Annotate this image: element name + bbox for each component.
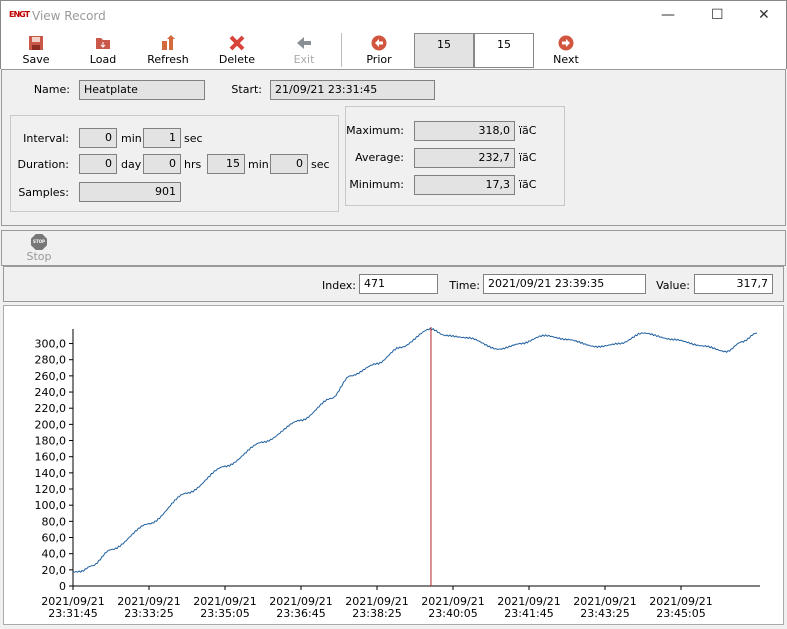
temp-unit: ïãC bbox=[519, 124, 537, 137]
duration-sec-field[interactable]: 0 bbox=[270, 154, 308, 174]
temp-unit: ïãC bbox=[519, 178, 537, 191]
close-button[interactable]: ✕ bbox=[758, 7, 770, 23]
record-counter-total: 15 bbox=[414, 33, 474, 68]
timing-group: Interval: 0 min 1 sec Duration: 0 day 0 … bbox=[10, 115, 339, 212]
maximize-button[interactable]: ☐ bbox=[711, 7, 724, 23]
x-tick-time: 23:36:45 bbox=[276, 607, 325, 620]
x-tick-time: 23:40:05 bbox=[428, 607, 477, 620]
unit-min: min bbox=[248, 158, 269, 171]
title-bar: ENGT View Record — ☐ ✕ bbox=[0, 0, 787, 31]
index-label: Index: bbox=[322, 279, 356, 292]
time-label: Time: bbox=[449, 279, 480, 292]
y-tick-label: 220,0 bbox=[35, 402, 67, 415]
average-field[interactable]: 232,7 bbox=[414, 148, 515, 168]
delete-button[interactable]: Delete bbox=[207, 35, 267, 66]
y-tick-label: 20,0 bbox=[42, 564, 67, 577]
statistics-group: Maximum: 318,0 ïãC Average: 232,7 ïãC Mi… bbox=[345, 106, 565, 206]
value-label: Value: bbox=[656, 279, 690, 292]
y-tick-label: 0 bbox=[59, 580, 66, 593]
y-tick-label: 100,0 bbox=[35, 499, 67, 512]
y-tick-label: 260,0 bbox=[35, 370, 67, 383]
record-counter-current[interactable]: 15 bbox=[474, 33, 534, 68]
x-tick-time: 23:41:45 bbox=[504, 607, 553, 620]
samples-field[interactable]: 901 bbox=[79, 182, 181, 202]
y-tick-label: 120,0 bbox=[35, 483, 67, 496]
refresh-icon bbox=[162, 35, 175, 50]
y-tick-label: 300,0 bbox=[35, 338, 67, 351]
save-icon bbox=[29, 36, 43, 50]
unit-day: day bbox=[121, 158, 142, 171]
maximum-field[interactable]: 318,0 bbox=[414, 121, 515, 141]
unit-sec: sec bbox=[311, 158, 330, 171]
stop-icon: STOP bbox=[31, 234, 47, 250]
y-tick-label: 160,0 bbox=[35, 451, 67, 464]
start-field[interactable]: 21/09/21 23:31:45 bbox=[270, 80, 435, 100]
y-tick-label: 280,0 bbox=[35, 354, 67, 367]
maximum-label: Maximum: bbox=[346, 124, 404, 137]
y-tick-label: 40,0 bbox=[42, 548, 67, 561]
minimum-field[interactable]: 17,3 bbox=[414, 175, 515, 195]
samples-label: Samples: bbox=[18, 186, 69, 199]
x-tick-time: 23:33:25 bbox=[124, 607, 173, 620]
name-label: Name: bbox=[33, 83, 70, 96]
x-tick-time: 23:35:05 bbox=[200, 607, 249, 620]
x-tick-time: 23:31:45 bbox=[48, 607, 97, 620]
y-tick-label: 140,0 bbox=[35, 467, 67, 480]
minimize-button[interactable]: — bbox=[661, 7, 675, 23]
prior-button[interactable]: Prior bbox=[349, 35, 409, 66]
duration-day-field[interactable]: 0 bbox=[79, 154, 117, 174]
y-tick-label: 80,0 bbox=[42, 515, 67, 528]
exit-button[interactable]: Exit bbox=[274, 35, 334, 66]
value-field[interactable]: 317,7 bbox=[694, 274, 773, 294]
next-button[interactable]: Next bbox=[536, 35, 596, 66]
interval-min-field[interactable]: 0 bbox=[79, 128, 117, 148]
average-label: Average: bbox=[355, 151, 404, 164]
y-tick-label: 180,0 bbox=[35, 435, 67, 448]
temp-unit: ïãC bbox=[519, 151, 537, 164]
time-field[interactable]: 2021/09/21 23:39:35 bbox=[483, 274, 646, 294]
chart-area[interactable]: 0 20,0 40,0 60,0 80,0 100,0 120,0 140,0 160,0 180… bbox=[3, 305, 784, 625]
app-logo: ENGT bbox=[9, 10, 30, 19]
x-tick-time: 23:45:05 bbox=[656, 607, 705, 620]
delete-icon bbox=[229, 35, 245, 51]
cursor-panel: Index: 471 Time: 2021/09/21 23:39:35 Val… bbox=[3, 266, 784, 302]
stop-button[interactable]: STOP Stop bbox=[24, 234, 54, 263]
refresh-button[interactable]: Refresh bbox=[138, 35, 198, 66]
load-button[interactable]: Load bbox=[73, 35, 133, 66]
start-label: Start: bbox=[231, 83, 262, 96]
temperature-series-line bbox=[72, 327, 758, 573]
y-tick-label: 60,0 bbox=[42, 532, 67, 545]
window-title: View Record bbox=[32, 9, 106, 23]
arrow-left-icon bbox=[297, 37, 311, 49]
folder-icon bbox=[96, 38, 110, 49]
stop-toolbar: STOP Stop bbox=[1, 230, 786, 266]
unit-hrs: hrs bbox=[184, 158, 202, 171]
interval-label: Interval: bbox=[23, 132, 69, 145]
x-tick-time: 23:43:25 bbox=[580, 607, 629, 620]
y-tick-label: 200,0 bbox=[35, 418, 67, 431]
duration-min-field[interactable]: 15 bbox=[207, 154, 245, 174]
save-button[interactable]: Save bbox=[6, 35, 66, 66]
record-panel: Name: Heatplate Start: 21/09/21 23:31:45… bbox=[1, 69, 786, 226]
toolbar: Save Load Refresh Delete Exit Prior 15 1… bbox=[0, 31, 787, 69]
name-field[interactable]: Heatplate bbox=[79, 80, 205, 100]
duration-hrs-field[interactable]: 0 bbox=[143, 154, 181, 174]
x-tick-time: 23:38:25 bbox=[352, 607, 401, 620]
stop-label: Stop bbox=[26, 250, 52, 263]
duration-label: Duration: bbox=[17, 158, 69, 171]
temperature-chart[interactable]: 0 20,0 40,0 60,0 80,0 100,0 120,0 140,0 160,0 180… bbox=[4, 306, 785, 626]
minimum-label: Minimum: bbox=[349, 178, 404, 191]
interval-sec-field[interactable]: 1 bbox=[143, 128, 181, 148]
index-field[interactable]: 471 bbox=[359, 274, 438, 294]
prior-icon bbox=[371, 35, 387, 51]
unit-sec: sec bbox=[184, 132, 203, 145]
toolbar-separator bbox=[341, 33, 342, 67]
unit-min: min bbox=[121, 132, 142, 145]
y-tick-label: 240,0 bbox=[35, 386, 67, 399]
next-icon bbox=[558, 35, 574, 51]
